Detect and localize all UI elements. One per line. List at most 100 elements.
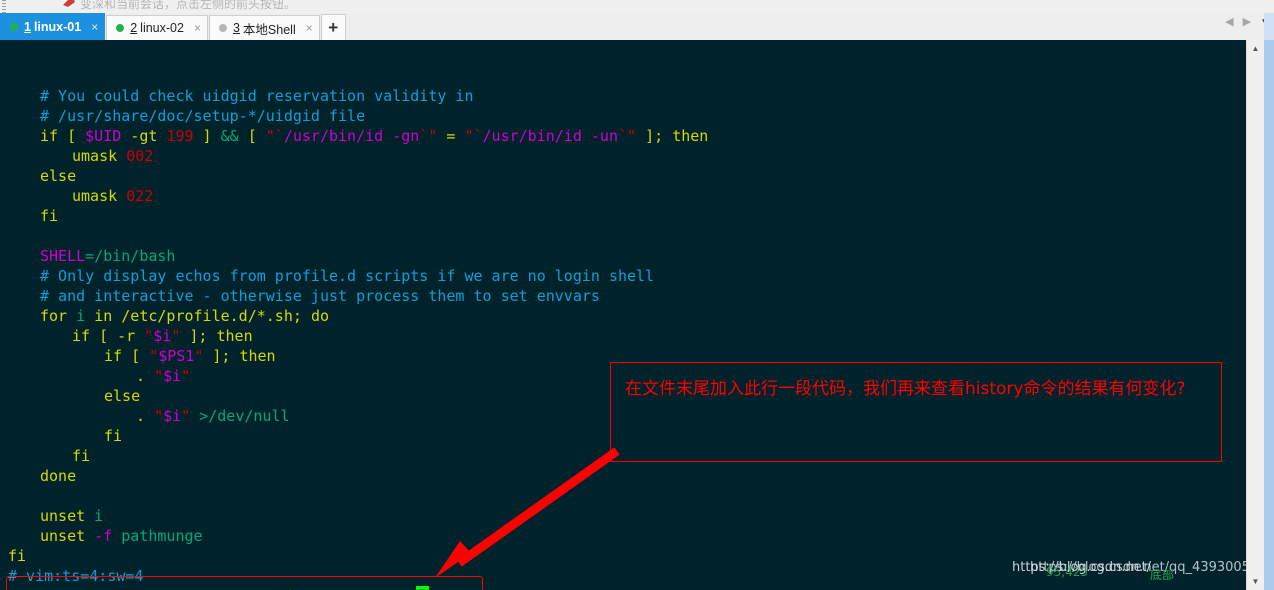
terminal-token: 199: [166, 127, 194, 145]
terminal-line: if [ "$PS1" ]; then: [104, 346, 276, 366]
tab-status-dot: [218, 24, 227, 32]
tab-close-icon[interactable]: ×: [306, 22, 313, 34]
tab-status-dot: [10, 23, 18, 31]
terminal-token: 022: [126, 187, 154, 205]
terminal-token: ]: [193, 127, 221, 145]
tab-linux-02[interactable]: 2 linux-02 ×: [106, 15, 208, 40]
terminal-token: $i: [163, 407, 182, 425]
remote-terminal-window: 变深和当前会话，点击左侧的前头按钮。 1 linux-01 × 2 linux-…: [0, 0, 1274, 590]
scroll-up-icon[interactable]: ▲: [1247, 40, 1264, 57]
terminal-token: umask: [72, 147, 127, 165]
terminal-token: [: [122, 347, 150, 365]
terminal-token: $UID: [85, 127, 122, 145]
tab-local-shell[interactable]: 3 本地Shell ×: [208, 15, 320, 40]
terminal-line: # /usr/share/doc/setup-*/uidgid file: [40, 106, 365, 126]
terminal-line: . "$i": [136, 366, 190, 386]
terminal-token: unset: [40, 527, 86, 545]
terminal-token: -gt: [121, 127, 167, 145]
annotation-box: 在文件末尾加入此行一段代码，我们再来查看history命令的结果有何变化?: [610, 362, 1222, 462]
terminal-token: "`: [265, 127, 284, 145]
terminal-token: [: [58, 127, 86, 145]
terminal-token: $i: [153, 327, 172, 345]
terminal-line: fi: [8, 546, 26, 566]
terminal-token: =/bin/bash: [85, 247, 176, 265]
terminal-line: fi: [40, 206, 58, 226]
terminal-token: &&: [220, 127, 239, 145]
tab-bar: 1 linux-01 × 2 linux-02 × 3 本地Shell × + …: [0, 13, 1274, 40]
window-right-edge: [1264, 40, 1274, 590]
terminal-line: umask 002: [72, 146, 153, 166]
terminal-token: [: [238, 127, 266, 145]
terminal-line: # Only display echos from profile.d scri…: [40, 266, 654, 286]
terminal-line: else: [104, 386, 140, 406]
watermark-position-text: 95,425: [1046, 565, 1088, 579]
terminal-token: then: [239, 347, 276, 365]
tab-close-icon[interactable]: ×: [194, 22, 201, 34]
watermark-status-text: 底部: [1150, 568, 1175, 582]
terminal-line: unset -f pathmunge: [40, 526, 203, 546]
terminal-token: $PS1: [158, 347, 195, 365]
terminal-line: # and interactive - otherwise just proce…: [40, 286, 600, 306]
new-tab-button[interactable]: +: [320, 14, 346, 40]
tab-label: linux-02: [140, 21, 184, 35]
terminal-token: $i: [163, 367, 182, 385]
terminal-token: in: [94, 307, 113, 325]
toolbar-strip: 变深和当前会话，点击左侧的前头按钮。: [0, 0, 1274, 14]
terminal-line: . "$i" >/dev/null: [136, 406, 290, 426]
terminal-line: unset i: [40, 506, 103, 526]
terminal-token: .: [136, 367, 155, 385]
terminal-token: -f: [85, 527, 113, 545]
terminal-token: do: [310, 307, 329, 325]
terminal-token: /usr/bin/id -un: [482, 127, 618, 145]
terminal-token: if: [72, 327, 91, 345]
scroll-tabs-left-icon[interactable]: ◀: [1225, 17, 1233, 28]
terminal-token: for: [40, 307, 68, 325]
terminal-token: then: [672, 127, 709, 145]
terminal-token: ": [144, 327, 154, 345]
terminal-token: fi: [72, 447, 91, 465]
scroll-down-icon[interactable]: ▼: [1247, 573, 1264, 590]
terminal-token: pathmunge: [112, 527, 203, 545]
tabbar-right-filler: [1264, 13, 1274, 40]
tab-label: 本地Shell: [242, 22, 296, 37]
terminal-token: ];: [203, 347, 240, 365]
pin-icon[interactable]: [62, 0, 76, 8]
terminal-line: # You could check uidgid reservation val…: [40, 86, 473, 106]
terminal-token: ];: [180, 327, 217, 345]
scrollbar-thumb[interactable]: [1248, 57, 1263, 557]
tab-linux-01[interactable]: 1 linux-01 ×: [0, 13, 106, 40]
terminal-token: ": [154, 367, 164, 385]
terminal-token: `": [419, 127, 438, 145]
terminal-token: else: [104, 387, 141, 405]
terminal-token: /usr/bin/id -gn: [283, 127, 420, 145]
annotation-text: 在文件末尾加入此行一段代码，我们再来查看history命令的结果有何变化?: [625, 379, 1186, 399]
terminal-token: ": [154, 407, 164, 425]
terminal-line: else: [40, 166, 76, 186]
command-highlight-box: [6, 576, 483, 590]
terminal-token: ": [194, 347, 204, 365]
tab-close-icon[interactable]: ×: [91, 21, 98, 33]
terminal-line: for i in /etc/profile.d/*.sh; do: [40, 306, 329, 326]
terminal-token: .: [136, 407, 155, 425]
terminal-token: 002: [126, 147, 154, 165]
terminal-token: fi: [8, 547, 27, 565]
scroll-tabs-right-icon[interactable]: ▶: [1243, 17, 1251, 28]
terminal-token: umask: [72, 187, 127, 205]
terminal-token: >: [190, 407, 209, 425]
terminal-token: =: [437, 127, 465, 145]
terminal-token: i: [67, 307, 95, 325]
terminal-token: "`: [464, 127, 483, 145]
toolbar-hint-text: 变深和当前会话，点击左侧的前头按钮。: [80, 0, 297, 11]
terminal-scrollbar[interactable]: ▲ ▼: [1246, 40, 1264, 590]
terminal-line: fi: [72, 446, 90, 466]
tab-list: 1 linux-01 × 2 linux-02 × 3 本地Shell × +: [0, 13, 346, 40]
terminal-token: done: [40, 467, 77, 485]
terminal-token: fi: [40, 207, 59, 225]
terminal-token: `": [618, 127, 637, 145]
terminal-line: SHELL=/bin/bash: [40, 246, 175, 266]
terminal-token: # and interactive - otherwise just proce…: [40, 287, 600, 305]
drag-grip-icon[interactable]: [2, 0, 6, 13]
terminal-line: umask 022: [72, 186, 153, 206]
terminal-token: if: [104, 347, 123, 365]
terminal-token: unset: [40, 507, 86, 525]
